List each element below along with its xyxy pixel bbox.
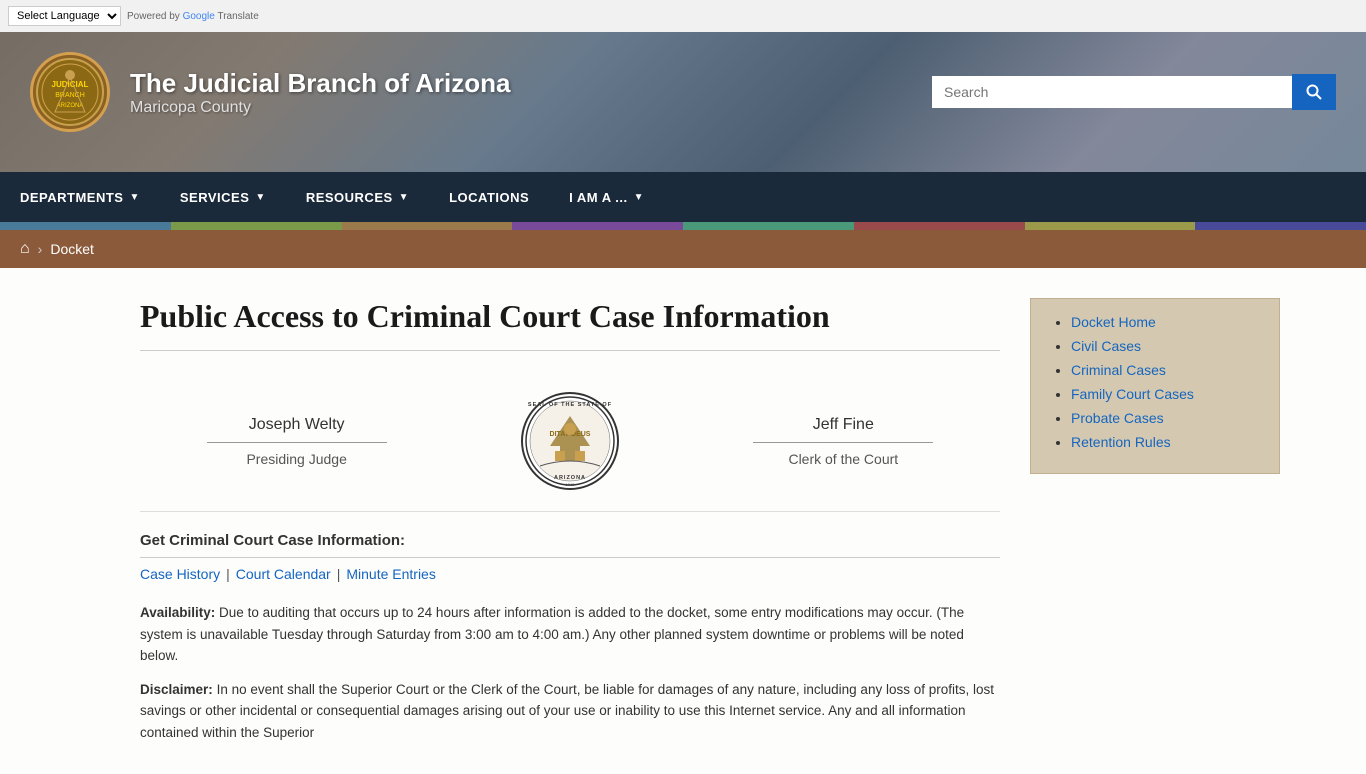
sidebar-item-docket-home: Docket Home [1071,314,1259,330]
clerk-name: Jeff Fine [753,416,933,443]
case-history-link[interactable]: Case History [140,566,220,582]
site-logo: JUDICIAL BRANCH ARIZONA [30,52,110,132]
court-calendar-link[interactable]: Court Calendar [236,566,331,582]
content-area: Public Access to Criminal Court Case Inf… [140,298,1000,744]
docket-home-link[interactable]: Docket Home [1071,314,1156,330]
presiding-judge-name: Joseph Welty [207,416,387,443]
svg-text:JUDICIAL: JUDICIAL [52,80,89,89]
sidebar-item-civil-cases: Civil Cases [1071,338,1259,354]
case-links: Case History | Court Calendar | Minute E… [140,566,1000,582]
main-navbar: DEPARTMENTS ▼ SERVICES ▼ RESOURCES ▼ LOC… [0,172,1366,222]
header-content: JUDICIAL BRANCH ARIZONA The Judicial Bra… [0,32,1366,152]
judge-panel: Joseph Welty Presiding Judge SEAL OF THE… [140,371,1000,512]
presiding-judge-title: Presiding Judge [207,451,387,467]
breadcrumb-current: Docket [50,241,94,257]
language-select[interactable]: Select Language [8,6,121,26]
criminal-cases-link[interactable]: Criminal Cases [1071,362,1166,378]
translate-text: Translate [217,11,258,22]
nav-locations[interactable]: LOCATIONS [429,172,549,222]
google-text: Google [183,11,215,22]
disclaimer-content: In no event shall the Superior Court or … [140,682,994,740]
retention-rules-link[interactable]: Retention Rules [1071,434,1171,450]
search-button[interactable] [1292,74,1336,110]
sidebar: Docket Home Civil Cases Criminal Cases F… [1030,298,1280,744]
top-bar: Select Language Powered by Google Transl… [0,0,1366,32]
page-heading: Public Access to Criminal Court Case Inf… [140,298,1000,351]
link-separator-1: | [226,566,230,582]
svg-text:1912: 1912 [566,482,576,487]
nav-departments[interactable]: DEPARTMENTS ▼ [0,172,160,222]
clerk-of-court-block: Jeff Fine Clerk of the Court [753,416,933,467]
home-icon[interactable]: ⌂ [20,240,30,258]
sidebar-item-criminal-cases: Criminal Cases [1071,362,1259,378]
get-info-heading: Get Criminal Court Case Information: [140,532,1000,558]
link-separator-2: | [337,566,341,582]
svg-text:ARIZONA: ARIZONA [57,103,84,109]
nav-services[interactable]: SERVICES ▼ [160,172,286,222]
presiding-judge-block: Joseph Welty Presiding Judge [207,416,387,467]
sidebar-item-family-court: Family Court Cases [1071,386,1259,402]
main-bg-wrapper: Public Access to Criminal Court Case Inf… [0,268,1366,774]
site-subtitle: Maricopa County [130,99,912,117]
svg-text:BRANCH: BRANCH [55,92,85,99]
site-header: JUDICIAL BRANCH ARIZONA The Judicial Bra… [0,32,1366,172]
sidebar-item-probate: Probate Cases [1071,410,1259,426]
main-content: Public Access to Criminal Court Case Inf… [0,268,1366,774]
powered-by-text: Powered by Google Translate [127,11,259,22]
availability-content: Due to auditing that occurs up to 24 hou… [140,605,964,663]
departments-chevron-icon: ▼ [129,192,139,203]
probate-cases-link[interactable]: Probate Cases [1071,410,1164,426]
search-input[interactable] [932,76,1292,108]
sidebar-item-retention: Retention Rules [1071,434,1259,450]
site-title-block: The Judicial Branch of Arizona Maricopa … [130,68,912,117]
site-title: The Judicial Branch of Arizona [130,68,912,99]
clerk-title: Clerk of the Court [753,451,933,467]
search-block [932,74,1336,110]
availability-text: Availability: Due to auditing that occur… [140,602,1000,667]
state-seal: SEAL OF THE STATE OF ARIZONA 1912 DITAT … [520,391,620,491]
svg-text:SEAL OF THE STATE OF: SEAL OF THE STATE OF [528,402,612,408]
services-chevron-icon: ▼ [255,192,265,203]
nav-i-am-a[interactable]: I AM A ... ▼ [549,172,664,222]
color-strips [0,222,1366,230]
availability-label: Availability: [140,605,215,620]
civil-cases-link[interactable]: Civil Cases [1071,338,1141,354]
breadcrumb-separator: › [38,241,43,257]
breadcrumb: ⌂ › Docket [0,230,1366,268]
family-court-link[interactable]: Family Court Cases [1071,386,1194,402]
get-info-section: Get Criminal Court Case Information: Cas… [140,532,1000,582]
disclaimer-text: Disclaimer: In no event shall the Superi… [140,679,1000,744]
sidebar-list: Docket Home Civil Cases Criminal Cases F… [1051,314,1259,450]
nav-resources[interactable]: RESOURCES ▼ [286,172,429,222]
disclaimer-label: Disclaimer: [140,682,213,697]
sidebar-nav: Docket Home Civil Cases Criminal Cases F… [1030,298,1280,474]
minute-entries-link[interactable]: Minute Entries [346,566,435,582]
i-am-a-chevron-icon: ▼ [634,192,644,203]
svg-text:ARIZONA: ARIZONA [554,475,586,481]
resources-chevron-icon: ▼ [399,192,409,203]
